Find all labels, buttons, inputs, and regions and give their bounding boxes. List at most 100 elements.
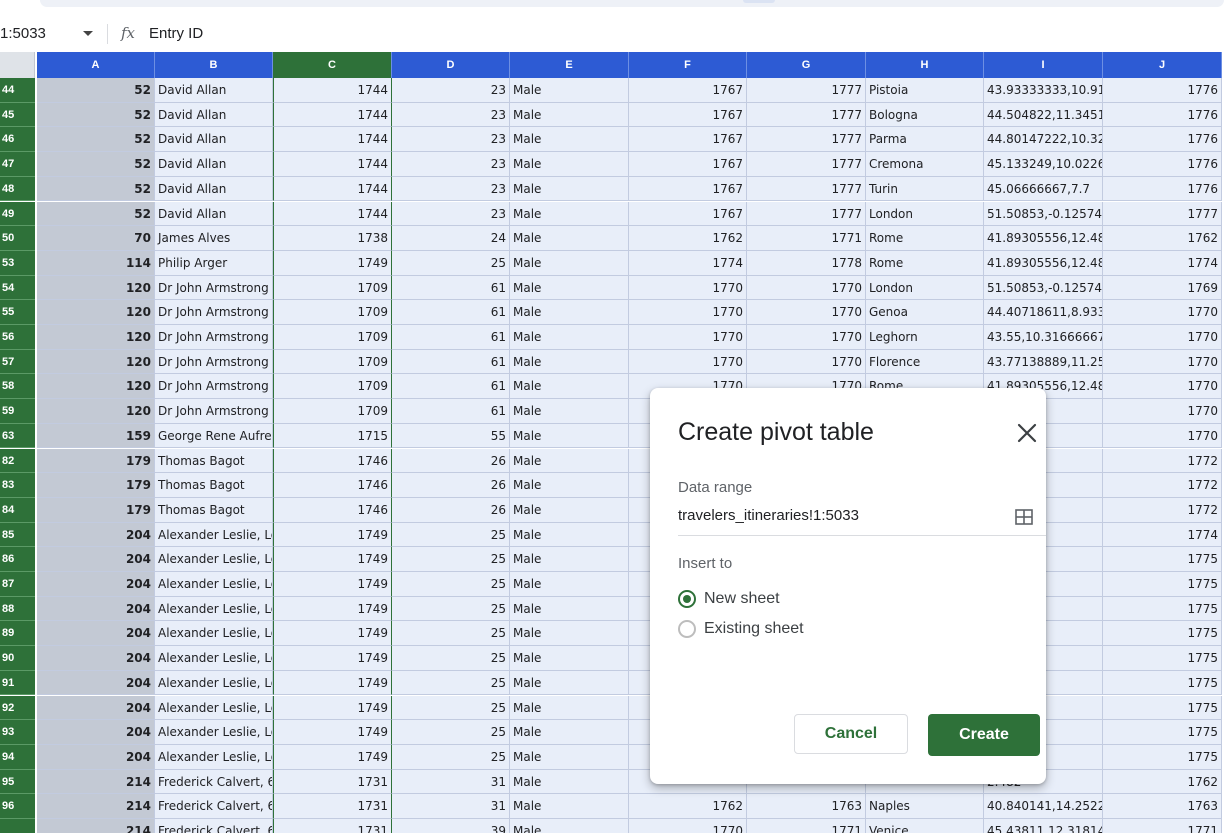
cell-d[interactable]: 23	[392, 176, 510, 202]
cell-g[interactable]: 1777	[747, 102, 866, 128]
cell-e[interactable]: Male	[510, 744, 629, 770]
cell-j[interactable]: 1762	[1103, 226, 1222, 251]
cell-e[interactable]: Male	[510, 300, 629, 325]
row-header[interactable]: 50	[0, 226, 35, 251]
radio-button-selected[interactable]	[678, 590, 696, 608]
cell-h[interactable]: Turin	[866, 176, 984, 202]
row-header[interactable]: 45	[0, 102, 35, 128]
cell-a[interactable]: 204	[37, 670, 155, 696]
cell-g[interactable]: 1777	[747, 152, 866, 177]
cell-j[interactable]: 1775	[1103, 621, 1222, 647]
cell-d[interactable]: 25	[392, 621, 510, 647]
cell-a[interactable]: 52	[37, 201, 155, 227]
cell-e[interactable]: Male	[510, 769, 629, 795]
formula-input[interactable]: Entry ID	[149, 18, 203, 49]
cell-b[interactable]: Thomas Bagot	[155, 448, 273, 474]
cell-c[interactable]: 1744	[273, 78, 392, 103]
cell-i[interactable]: 51.50853,-0.12574	[984, 201, 1103, 227]
cell-j[interactable]: 1771	[1103, 819, 1222, 833]
cell-j[interactable]: 1776	[1103, 152, 1222, 177]
cell-d[interactable]: 25	[392, 695, 510, 721]
cell-c[interactable]: 1744	[273, 176, 392, 202]
cell-j[interactable]: 1762	[1103, 769, 1222, 795]
cell-b[interactable]: Alexander Leslie, Lo	[155, 744, 273, 770]
cell-j[interactable]: 1769	[1103, 275, 1222, 301]
cell-i[interactable]: 44.40718611,8.9339	[984, 300, 1103, 325]
cell-g[interactable]: 1778	[747, 250, 866, 276]
cell-b[interactable]: Alexander Leslie, Lo	[155, 695, 273, 721]
column-header-j[interactable]: J	[1103, 52, 1222, 78]
cell-d[interactable]: 31	[392, 794, 510, 819]
cell-g[interactable]: 1777	[747, 127, 866, 153]
cell-j[interactable]: 1774	[1103, 522, 1222, 548]
cell-e[interactable]: Male	[510, 497, 629, 523]
cell-c[interactable]: 1744	[273, 102, 392, 128]
cell-b[interactable]: David Allan	[155, 102, 273, 128]
cell-g[interactable]: 1770	[747, 349, 866, 375]
cell-j[interactable]: 1775	[1103, 695, 1222, 721]
cell-e[interactable]: Male	[510, 102, 629, 128]
cell-h[interactable]: Leghorn	[866, 325, 984, 350]
cell-f[interactable]: 1767	[629, 152, 747, 177]
cell-e[interactable]: Male	[510, 720, 629, 745]
cell-b[interactable]: Alexander Leslie, Lo	[155, 621, 273, 647]
close-icon[interactable]	[1016, 422, 1038, 444]
cell-b[interactable]: Dr John Armstrong	[155, 325, 273, 350]
cell-a[interactable]: 159	[37, 423, 155, 449]
cell-a[interactable]: 120	[37, 325, 155, 350]
cell-f[interactable]: 1770	[629, 325, 747, 350]
create-button[interactable]: Create	[928, 714, 1040, 756]
cell-d[interactable]: 26	[392, 448, 510, 474]
cell-e[interactable]: Male	[510, 349, 629, 375]
cell-j[interactable]: 1770	[1103, 423, 1222, 449]
cell-i[interactable]: 45.06666667,7.7	[984, 176, 1103, 202]
cell-d[interactable]: 25	[392, 596, 510, 622]
column-header-i[interactable]: I	[984, 52, 1103, 78]
cell-f[interactable]: 1770	[629, 275, 747, 301]
cell-i[interactable]: 45.133249,10.02265	[984, 152, 1103, 177]
cell-e[interactable]: Male	[510, 670, 629, 696]
cell-c[interactable]: 1746	[273, 473, 392, 498]
cell-g[interactable]: 1771	[747, 819, 866, 833]
row-header[interactable]: 49	[0, 201, 35, 227]
name-box[interactable]: 1:5033	[0, 18, 100, 49]
cell-f[interactable]: 1767	[629, 176, 747, 202]
cell-d[interactable]: 23	[392, 152, 510, 177]
cell-e[interactable]: Male	[510, 325, 629, 350]
column-header-e[interactable]: E	[510, 52, 629, 78]
cell-c[interactable]: 1746	[273, 448, 392, 474]
cell-j[interactable]: 1770	[1103, 300, 1222, 325]
cell-b[interactable]: Dr John Armstrong	[155, 300, 273, 325]
cell-d[interactable]: 26	[392, 497, 510, 523]
row-header[interactable]: 90	[0, 646, 35, 671]
row-header[interactable]	[0, 819, 35, 833]
cell-e[interactable]: Male	[510, 226, 629, 251]
cell-d[interactable]: 25	[392, 744, 510, 770]
cell-c[interactable]: 1749	[273, 695, 392, 721]
cell-c[interactable]: 1746	[273, 497, 392, 523]
cell-d[interactable]: 25	[392, 572, 510, 597]
cell-c[interactable]: 1738	[273, 226, 392, 251]
cell-g[interactable]: 1770	[747, 325, 866, 350]
cell-c[interactable]: 1749	[273, 572, 392, 597]
cell-h[interactable]: London	[866, 275, 984, 301]
cell-b[interactable]: Dr John Armstrong	[155, 349, 273, 375]
cell-h[interactable]: Parma	[866, 127, 984, 153]
cell-h[interactable]: Rome	[866, 250, 984, 276]
cell-c[interactable]: 1749	[273, 250, 392, 276]
cell-i[interactable]: 44.80147222,10.328	[984, 127, 1103, 153]
row-header[interactable]: 53	[0, 250, 35, 276]
cell-j[interactable]: 1770	[1103, 374, 1222, 400]
row-header[interactable]: 83	[0, 473, 35, 498]
cell-a[interactable]: 204	[37, 572, 155, 597]
column-header-h[interactable]: H	[866, 52, 984, 78]
row-header[interactable]: 47	[0, 152, 35, 177]
cell-a[interactable]: 120	[37, 300, 155, 325]
cell-a[interactable]: 204	[37, 744, 155, 770]
cell-b[interactable]: Alexander Leslie, Lo	[155, 670, 273, 696]
row-header[interactable]: 59	[0, 399, 35, 424]
cell-b[interactable]: Alexander Leslie, Lo	[155, 720, 273, 745]
cell-b[interactable]: Frederick Calvert, 6t	[155, 794, 273, 819]
cell-g[interactable]: 1770	[747, 300, 866, 325]
cell-j[interactable]: 1772	[1103, 497, 1222, 523]
